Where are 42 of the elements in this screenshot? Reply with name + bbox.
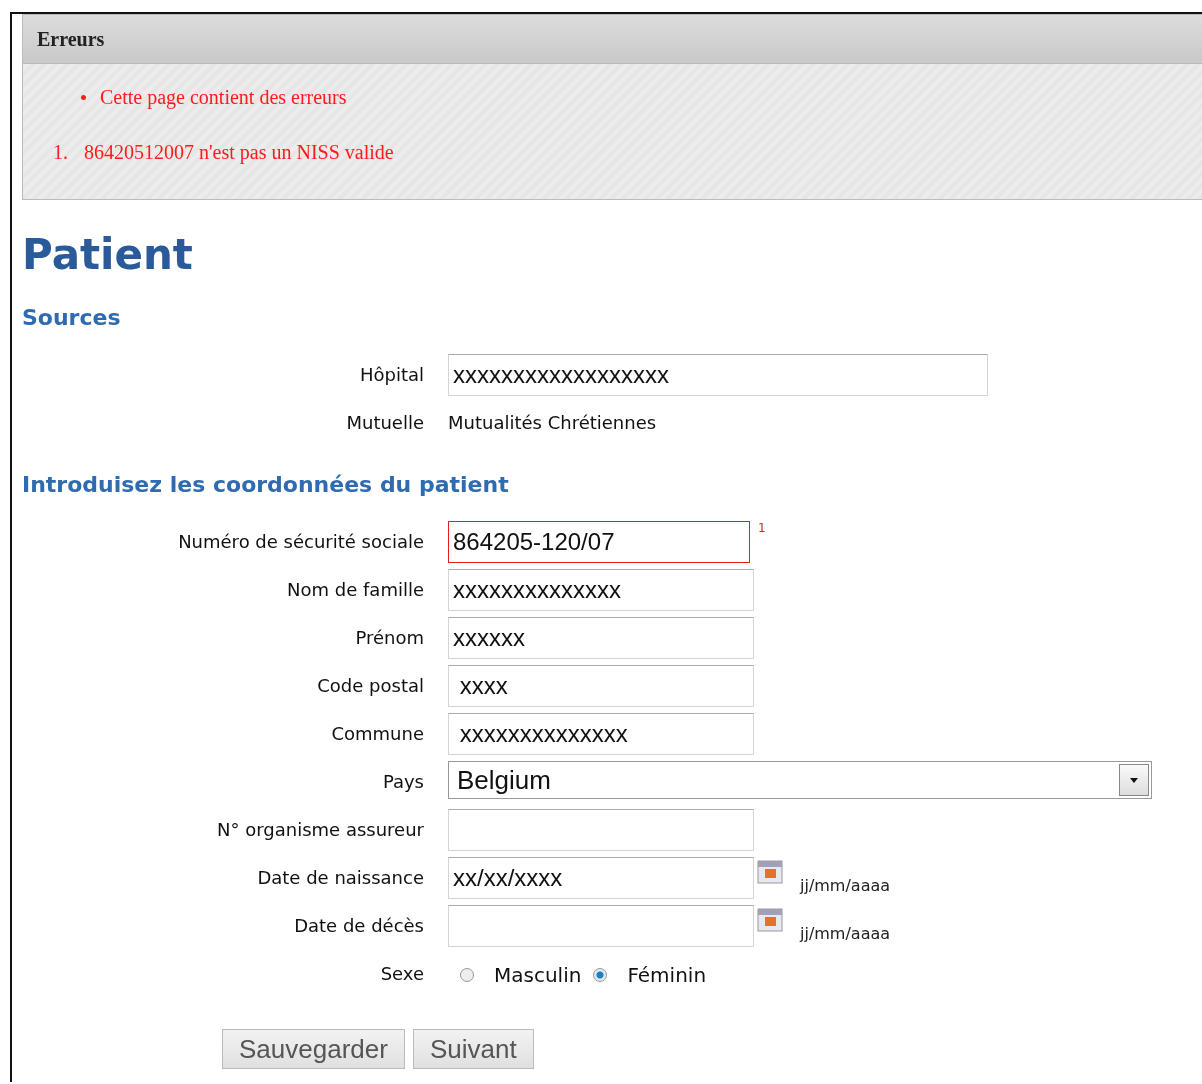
text-field[interactable]: xxxxxxxxxxxxxxxxxx (448, 354, 988, 396)
section-heading: Introduisez les coordonnées du patient (22, 472, 510, 497)
list-number: 1. (53, 141, 68, 164)
form-button[interactable]: Suivant (412, 1029, 534, 1069)
field-label: Prénom (354, 626, 424, 648)
bullet-icon (81, 95, 86, 100)
field-label: Commune (330, 722, 424, 744)
error-marker: 1 (758, 521, 766, 535)
field-label: Date de décès (293, 914, 424, 936)
radio-button[interactable] (593, 968, 608, 982)
text-field[interactable]: 864205-120/07 (448, 521, 750, 563)
text-field[interactable] (448, 809, 754, 851)
field-label: Hôpital (358, 363, 424, 385)
field-label: N° organisme assureur (216, 818, 424, 840)
field-label: Nom de famille (286, 578, 424, 600)
date-format-hint: jj/mm/aaaa (800, 922, 891, 943)
radio-label[interactable]: Masculin (494, 963, 582, 987)
calendar-icon[interactable] (756, 857, 784, 885)
field-label: Sexe (379, 962, 424, 984)
panel-title: Erreurs (23, 15, 1202, 64)
page-title: Patient (22, 230, 194, 279)
date-field[interactable]: xx/xx/xxxx (448, 857, 754, 899)
field-label: Date de naissance (256, 866, 424, 888)
error-message: 86420512007 n'est pas un NISS valide (84, 141, 394, 164)
country-select[interactable]: Belgium (448, 761, 1152, 799)
field-label: Numéro de sécurité sociale (177, 530, 424, 552)
text-field[interactable]: xxxxxxxxxxxxxx (448, 569, 754, 611)
field-label: Code postal (316, 674, 424, 696)
section-heading: Sources (22, 305, 122, 330)
field-value: Mutualités Chrétiennes (448, 411, 657, 433)
text-field[interactable]: xxxxxxxxxxxxxx (448, 713, 754, 755)
error-message: Cette page contient des erreurs (100, 86, 347, 109)
text-field[interactable]: xxxx (448, 665, 754, 707)
radio-button[interactable] (460, 968, 474, 982)
calendar-icon[interactable] (756, 905, 784, 933)
radio-label[interactable]: Féminin (627, 963, 707, 987)
field-label: Mutuelle (345, 411, 424, 433)
form-button[interactable]: Sauvegarder (222, 1029, 405, 1069)
text-field[interactable]: xxxxxx (448, 617, 754, 659)
field-label: Pays (381, 770, 424, 792)
date-field[interactable] (448, 905, 754, 947)
date-format-hint: jj/mm/aaaa (800, 874, 891, 895)
